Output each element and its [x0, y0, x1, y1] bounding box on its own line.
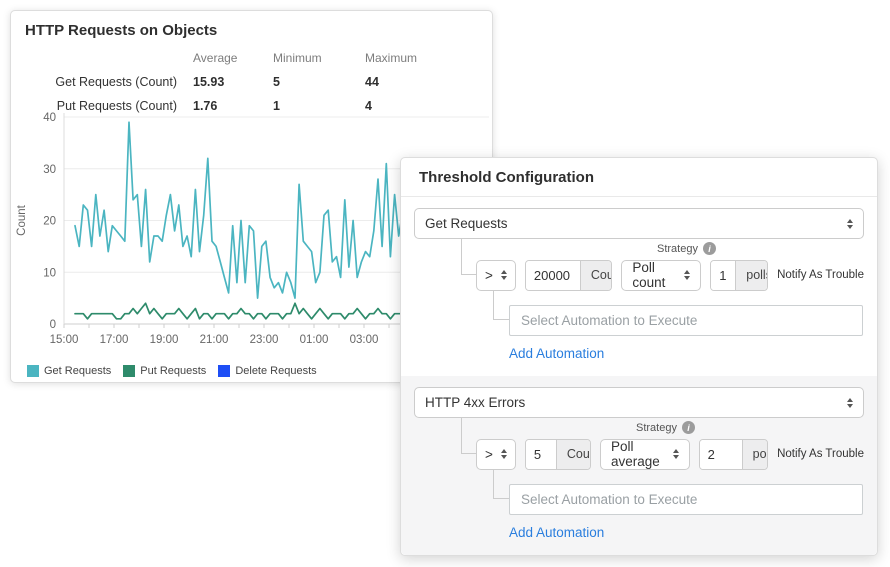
threshold-value-group: Count: [525, 260, 613, 291]
poll-count-group: polls: [699, 439, 768, 470]
svg-text:03:00: 03:00: [350, 334, 379, 346]
select-updown-icon: [501, 270, 507, 280]
stats-header-minimum: Minimum: [273, 51, 365, 65]
operator-select[interactable]: >: [476, 260, 516, 291]
strategy-select[interactable]: Poll average: [600, 439, 690, 470]
put-requests-swatch: [123, 365, 135, 377]
condition-row: > Count Poll average polls Notify As Tro…: [476, 438, 864, 470]
select-updown-icon: [684, 270, 690, 280]
strategy-select-value: Poll count: [632, 260, 676, 290]
automation-select-input[interactable]: [509, 484, 863, 515]
strategy-row: Strategy i: [636, 420, 864, 435]
operator-value: >: [485, 447, 493, 462]
notify-as-trouble-label: Notify As Trouble: [777, 448, 864, 460]
poll-count-input[interactable]: [711, 261, 735, 290]
chart-stats-table: Average Minimum Maximum Get Requests (Co…: [25, 51, 478, 113]
strategy-row: Strategy i: [657, 241, 864, 256]
chart-legend: Get Requests Put Requests Delete Request…: [27, 365, 317, 377]
tree-connector: [461, 239, 476, 275]
stats-header-average: Average: [193, 51, 273, 65]
chart-title: HTTP Requests on Objects: [11, 11, 492, 39]
strategy-label: Strategy: [657, 243, 698, 255]
threshold-section-http-4xx-errors: HTTP 4xx Errors Strategy i > Count Poll …: [401, 376, 877, 555]
svg-text:Count: Count: [16, 204, 28, 235]
select-updown-icon: [501, 449, 507, 459]
svg-text:19:00: 19:00: [150, 334, 179, 346]
svg-text:10: 10: [43, 267, 56, 279]
svg-text:17:00: 17:00: [100, 334, 129, 346]
metric-select-value: HTTP 4xx Errors: [425, 395, 525, 410]
get-minimum-value: 5: [273, 75, 365, 89]
svg-text:20: 20: [43, 216, 56, 228]
legend-label: Delete Requests: [235, 365, 316, 377]
legend-label: Put Requests: [140, 365, 206, 377]
legend-item-put-requests[interactable]: Put Requests: [123, 365, 206, 377]
get-maximum-value: 44: [365, 75, 478, 89]
threshold-configuration-panel: Threshold Configuration Get Requests Str…: [400, 157, 878, 556]
add-automation-link[interactable]: Add Automation: [509, 346, 604, 361]
get-requests-swatch: [27, 365, 39, 377]
tree-connector: [493, 469, 509, 499]
threshold-unit-label: Count: [580, 261, 613, 290]
tree-connector: [461, 418, 476, 454]
select-updown-icon: [847, 219, 853, 229]
stats-row-label-get: Get Requests (Count): [25, 75, 193, 89]
strategy-label: Strategy: [636, 422, 677, 434]
select-updown-icon: [847, 398, 853, 408]
operator-select[interactable]: >: [476, 439, 516, 470]
poll-count-input[interactable]: [700, 440, 742, 469]
condition-row: > Count Poll count polls Notify As Troub…: [476, 259, 864, 291]
svg-text:23:00: 23:00: [250, 334, 279, 346]
add-automation-link[interactable]: Add Automation: [509, 525, 604, 540]
strategy-info-icon[interactable]: i: [703, 242, 716, 255]
metric-select-value: Get Requests: [425, 216, 508, 231]
svg-text:0: 0: [50, 319, 56, 331]
get-average-value: 15.93: [193, 75, 273, 89]
legend-item-delete-requests[interactable]: Delete Requests: [218, 365, 316, 377]
threshold-value-group: Count: [525, 439, 591, 470]
strategy-select-value: Poll average: [611, 439, 665, 469]
threshold-panel-title: Threshold Configuration: [401, 158, 877, 197]
svg-text:40: 40: [43, 112, 56, 124]
threshold-unit-label: Count: [556, 440, 591, 469]
delete-requests-swatch: [218, 365, 230, 377]
svg-text:21:00: 21:00: [200, 334, 229, 346]
notify-as-trouble-label: Notify As Trouble: [777, 269, 864, 281]
threshold-value-input[interactable]: [526, 261, 580, 290]
automation-select-input[interactable]: [509, 305, 863, 336]
strategy-info-icon[interactable]: i: [682, 421, 695, 434]
stats-header-maximum: Maximum: [365, 51, 478, 65]
poll-count-group: polls: [710, 260, 768, 291]
metric-select-get-requests[interactable]: Get Requests: [414, 208, 864, 239]
svg-text:15:00: 15:00: [50, 334, 79, 346]
polls-unit-label: polls: [735, 261, 768, 290]
svg-text:01:00: 01:00: [300, 334, 329, 346]
polls-unit-label: polls: [742, 440, 768, 469]
select-updown-icon: [673, 449, 679, 459]
legend-label: Get Requests: [44, 365, 111, 377]
tree-connector: [493, 290, 509, 320]
operator-value: >: [485, 268, 493, 283]
threshold-section-get-requests: Get Requests Strategy i > Count Poll cou…: [401, 197, 877, 376]
strategy-select[interactable]: Poll count: [621, 260, 701, 291]
metric-select-http-4xx-errors[interactable]: HTTP 4xx Errors: [414, 387, 864, 418]
threshold-value-input[interactable]: [526, 440, 556, 469]
svg-text:30: 30: [43, 164, 56, 176]
legend-item-get-requests[interactable]: Get Requests: [27, 365, 111, 377]
